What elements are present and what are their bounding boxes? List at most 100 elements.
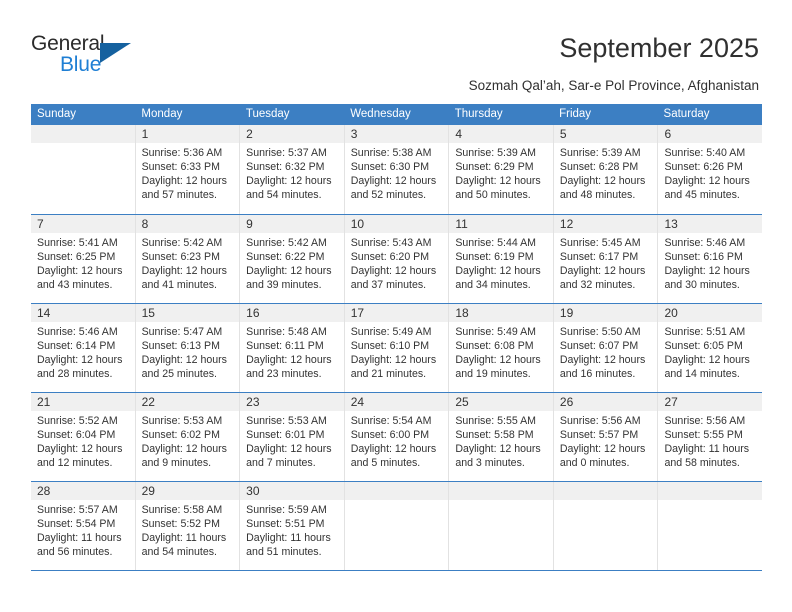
calendar-day-cell[interactable]: 8 Sunrise: 5:42 AM Sunset: 6:23 PM Daylight… xyxy=(134,215,240,303)
day-info-line: Sunrise: 5:47 AM xyxy=(141,326,223,338)
day-info-line: Sunset: 6:11 PM xyxy=(246,340,324,353)
day-info-line: Daylight: 12 hours xyxy=(246,175,332,188)
calendar-day-cell[interactable]: 20 Sunrise: 5:51 AM Sunset: 6:05 PM Dayligh… xyxy=(657,304,763,392)
day-sun-info: Sunrise: 5:38 AM Sunset: 6:30 PM Daylight:… xyxy=(345,143,449,202)
day-info-line: and 7 minutes. xyxy=(246,457,316,470)
day-info-line: and 57 minutes. xyxy=(141,189,217,202)
day-info-line: and 21 minutes. xyxy=(350,368,427,381)
weekday-header-friday: Friday xyxy=(559,108,592,120)
calendar-day-cell[interactable]: 29 Sunrise: 5:58 AM Sunset: 5:52 PM Dayligh… xyxy=(134,482,240,570)
calendar-day-cell[interactable]: 17 Sunrise: 5:49 AM Sunset: 6:10 PM Dayligh… xyxy=(343,304,449,392)
day-info-line: Sunset: 6:07 PM xyxy=(559,340,639,353)
day-info-line: and 50 minutes. xyxy=(455,189,531,202)
day-info-line: and 32 minutes. xyxy=(559,279,636,292)
day-sun-info: Sunrise: 5:46 AM Sunset: 6:14 PM Daylight:… xyxy=(31,322,135,381)
calendar-day-cell[interactable]: 9 Sunrise: 5:42 AM Sunset: 6:22 PM Daylight… xyxy=(239,215,344,303)
day-sun-info: Sunrise: 5:53 AM Sunset: 6:01 PM Daylight:… xyxy=(240,411,344,470)
day-info-line: Daylight: 11 hours xyxy=(664,443,750,456)
calendar-day-cell[interactable]: 1 Sunrise: 5:36 AM Sunset: 6:33 PM Daylight… xyxy=(134,125,240,214)
calendar-day-cell[interactable]: 3 Sunrise: 5:38 AM Sunset: 6:30 PM Daylight… xyxy=(343,125,449,214)
day-sun-info: Sunrise: 5:50 AM Sunset: 6:07 PM Daylight:… xyxy=(554,322,658,381)
calendar-day-cell[interactable]: 16 Sunrise: 5:48 AM Sunset: 6:11 PM Dayligh… xyxy=(239,304,344,392)
general-blue-logo[interactable]: General Blue xyxy=(31,32,151,80)
calendar-day-cell[interactable]: 25 Sunrise: 5:55 AM Sunset: 5:58 PM Dayligh… xyxy=(448,393,553,481)
weekday-header-thursday: Thursday xyxy=(454,108,503,120)
day-info-line: Daylight: 12 hours xyxy=(559,443,646,456)
day-info-line: Sunrise: 5:51 AM xyxy=(664,326,746,338)
calendar-day-cell[interactable]: 7 Sunrise: 5:41 AM Sunset: 6:25 PM Daylight… xyxy=(31,215,135,303)
day-info-line: Sunset: 6:23 PM xyxy=(141,251,220,264)
calendar-day-cell[interactable]: 11 Sunrise: 5:44 AM Sunset: 6:19 PM Dayligh… xyxy=(448,215,553,303)
calendar-day-cell[interactable]: 18 Sunrise: 5:49 AM Sunset: 6:08 PM Dayligh… xyxy=(448,304,553,392)
day-info-line: Daylight: 12 hours xyxy=(559,265,646,278)
calendar-day-cell[interactable]: 2 Sunrise: 5:37 AM Sunset: 6:32 PM Daylight… xyxy=(239,125,344,214)
day-info-line: Sunset: 6:30 PM xyxy=(350,161,430,174)
day-number: 12 xyxy=(553,215,658,233)
day-number: 3 xyxy=(344,125,449,143)
weekday-header-row: Sunday Monday Tuesday Wednesday Thursday Frid… xyxy=(31,104,762,125)
calendar-week-row: 1 Sunrise: 5:36 AM Sunset: 6:33 PM Daylight… xyxy=(31,125,763,214)
day-sun-info: Sunrise: 5:42 AM Sunset: 6:22 PM Daylight:… xyxy=(240,233,344,292)
calendar-day-cell[interactable]: 24 Sunrise: 5:54 AM Sunset: 6:00 PM Dayligh… xyxy=(343,393,449,481)
day-info-line: Sunrise: 5:48 AM xyxy=(246,326,327,338)
calendar-day-cell[interactable]: 22 Sunrise: 5:53 AM Sunset: 6:02 PM Dayligh… xyxy=(134,393,240,481)
calendar-week-row: 21 Sunrise: 5:52 AM Sunset: 6:04 PM Dayligh… xyxy=(31,392,763,481)
calendar-day-cell[interactable]: 30 Sunrise: 5:59 AM Sunset: 5:51 PM Dayligh… xyxy=(239,482,344,570)
day-number: 29 xyxy=(135,482,240,500)
calendar-day-cell[interactable]: 28 Sunrise: 5:57 AM Sunset: 5:54 PM Dayligh… xyxy=(31,482,135,570)
day-sun-info: Sunrise: 5:39 AM Sunset: 6:29 PM Daylight:… xyxy=(449,143,553,202)
day-info-line: Sunset: 6:33 PM xyxy=(141,161,220,174)
day-info-line: Sunrise: 5:39 AM xyxy=(455,147,536,159)
day-info-line: Sunrise: 5:37 AM xyxy=(246,147,327,159)
day-info-line: Sunset: 5:52 PM xyxy=(141,518,220,531)
calendar-day-cell[interactable]: 27 Sunrise: 5:56 AM Sunset: 5:55 PM Dayligh… xyxy=(657,393,763,481)
day-info-line: Daylight: 12 hours xyxy=(37,443,123,456)
day-info-line: Sunset: 6:16 PM xyxy=(664,251,743,264)
day-info-line: and 3 minutes. xyxy=(455,457,525,470)
calendar-day-cell[interactable]: 23 Sunrise: 5:53 AM Sunset: 6:01 PM Dayligh… xyxy=(239,393,344,481)
calendar-day-cell[interactable]: 26 Sunrise: 5:56 AM Sunset: 5:57 PM Dayligh… xyxy=(552,393,658,481)
calendar-day-cell[interactable]: 19 Sunrise: 5:50 AM Sunset: 6:07 PM Dayligh… xyxy=(552,304,658,392)
calendar-day-cell[interactable]: 5 Sunrise: 5:39 AM Sunset: 6:28 PM Daylight… xyxy=(552,125,658,214)
day-info-line: Sunrise: 5:50 AM xyxy=(559,326,641,338)
day-info-line: Sunrise: 5:46 AM xyxy=(37,326,118,338)
day-number: 26 xyxy=(553,393,658,411)
day-info-line: and 51 minutes. xyxy=(246,546,322,559)
day-sun-info: Sunrise: 5:57 AM Sunset: 5:54 PM Daylight:… xyxy=(31,500,135,559)
day-info-line: Sunset: 6:19 PM xyxy=(455,251,534,264)
day-info-line: Daylight: 12 hours xyxy=(141,265,227,278)
calendar-day-cell[interactable]: 13 Sunrise: 5:46 AM Sunset: 6:16 PM Dayligh… xyxy=(657,215,763,303)
day-number: 30 xyxy=(240,482,344,500)
day-info-line: Daylight: 12 hours xyxy=(37,265,123,278)
weekday-header-saturday: Saturday xyxy=(663,108,710,120)
day-info-line: Sunset: 6:22 PM xyxy=(246,251,325,264)
day-info-line: Daylight: 12 hours xyxy=(559,354,646,367)
day-info-line: Daylight: 12 hours xyxy=(664,175,750,188)
day-info-line: and 58 minutes. xyxy=(664,457,740,470)
day-number: 4 xyxy=(449,125,553,143)
calendar-day-cell[interactable]: 4 Sunrise: 5:39 AM Sunset: 6:29 PM Daylight… xyxy=(448,125,553,214)
day-sun-info: Sunrise: 5:39 AM Sunset: 6:28 PM Daylight:… xyxy=(554,143,658,202)
calendar-day-cell[interactable]: 6 Sunrise: 5:40 AM Sunset: 6:26 PM Daylight… xyxy=(657,125,763,214)
calendar-day-cell[interactable]: 12 Sunrise: 5:45 AM Sunset: 6:17 PM Dayligh… xyxy=(552,215,658,303)
calendar-day-cell[interactable]: 14 Sunrise: 5:46 AM Sunset: 6:14 PM Dayligh… xyxy=(31,304,135,392)
day-info-line: Sunset: 6:02 PM xyxy=(141,429,220,442)
day-number: 16 xyxy=(240,304,344,322)
day-info-line: Sunrise: 5:42 AM xyxy=(246,237,327,249)
calendar-day-cell[interactable]: 10 Sunrise: 5:43 AM Sunset: 6:20 PM Dayligh… xyxy=(343,215,449,303)
day-info-line: Sunset: 6:10 PM xyxy=(350,340,430,353)
day-info-line: Sunset: 5:51 PM xyxy=(246,518,325,531)
day-info-line: and 48 minutes. xyxy=(559,189,636,202)
calendar-bottom-rule xyxy=(31,570,762,571)
calendar-day-cell[interactable]: 21 Sunrise: 5:52 AM Sunset: 6:04 PM Dayligh… xyxy=(31,393,135,481)
day-number xyxy=(553,482,658,500)
day-info-line: Daylight: 12 hours xyxy=(455,175,541,188)
calendar-day-cell[interactable]: 15 Sunrise: 5:47 AM Sunset: 6:13 PM Dayligh… xyxy=(134,304,240,392)
calendar-cell-empty xyxy=(31,125,135,214)
day-sun-info: Sunrise: 5:48 AM Sunset: 6:11 PM Daylight:… xyxy=(240,322,344,381)
day-info-line: Daylight: 12 hours xyxy=(455,354,541,367)
day-info-line: and 12 minutes. xyxy=(37,457,113,470)
day-number: 8 xyxy=(135,215,240,233)
weekday-header-tuesday: Tuesday xyxy=(245,108,290,120)
day-info-line: Sunset: 6:13 PM xyxy=(141,340,220,353)
